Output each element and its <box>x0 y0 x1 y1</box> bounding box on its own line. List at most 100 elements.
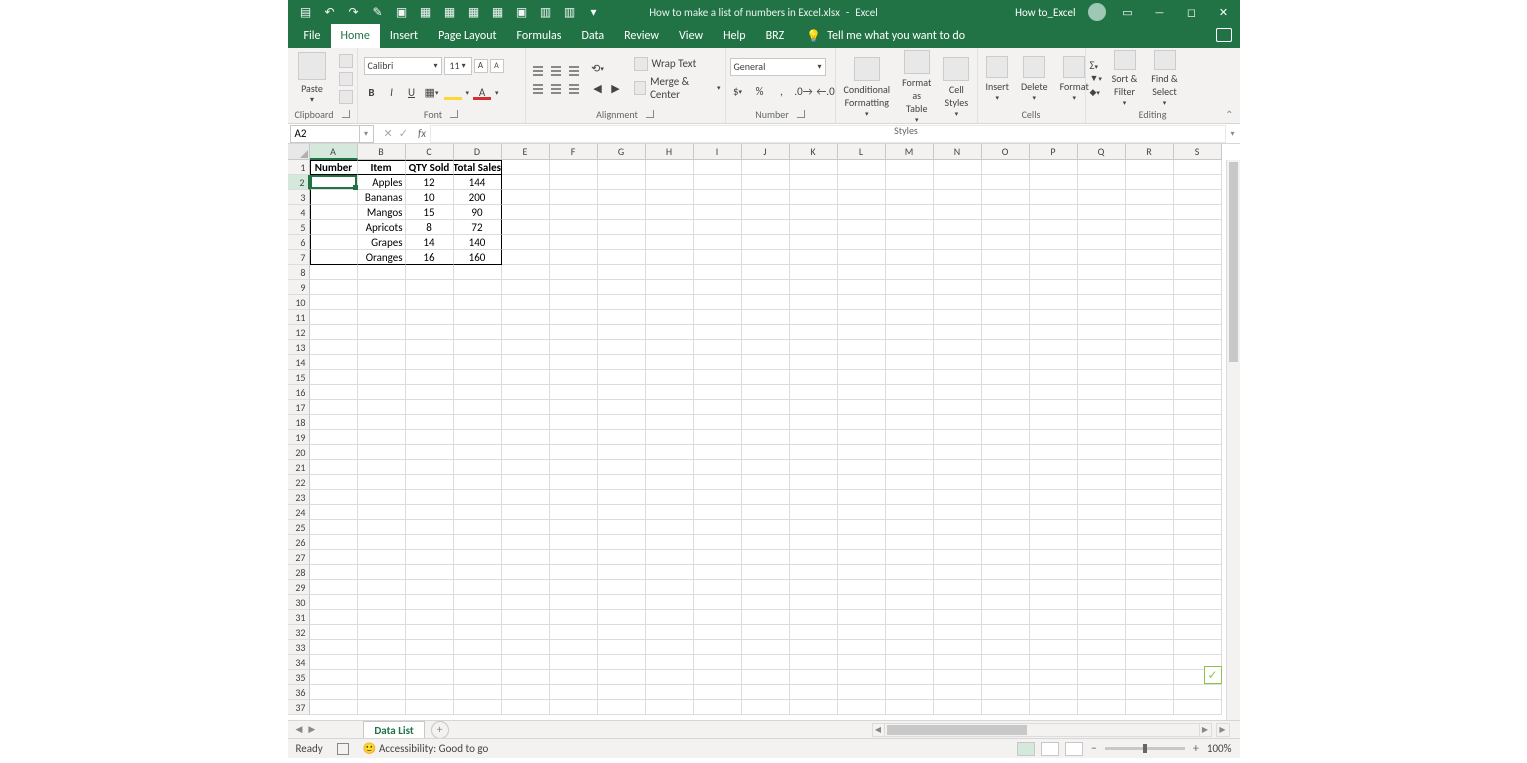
cell-P6[interactable] <box>1030 235 1078 250</box>
cell-K30[interactable] <box>790 595 838 610</box>
cell-Q26[interactable] <box>1078 535 1126 550</box>
fill-icon[interactable]: ▼▾ <box>1090 73 1104 85</box>
cell-O14[interactable] <box>982 355 1030 370</box>
cell-P9[interactable] <box>1030 280 1078 295</box>
cell-L37[interactable] <box>838 700 886 715</box>
cell-C21[interactable] <box>406 460 454 475</box>
cell-D15[interactable] <box>454 370 502 385</box>
cell-A20[interactable] <box>310 445 358 460</box>
cell-S27[interactable] <box>1174 550 1222 565</box>
cell-A14[interactable] <box>310 355 358 370</box>
tab-review[interactable]: Review <box>614 24 669 48</box>
cell-M20[interactable] <box>886 445 934 460</box>
row-header-26[interactable]: 26 <box>288 535 310 550</box>
cell-D31[interactable] <box>454 610 502 625</box>
row-header-1[interactable]: 1 <box>288 160 310 175</box>
cell-L14[interactable] <box>838 355 886 370</box>
cell-K25[interactable] <box>790 520 838 535</box>
cell-E32[interactable] <box>502 625 550 640</box>
cell-G1[interactable] <box>598 160 646 175</box>
cell-S30[interactable] <box>1174 595 1222 610</box>
wrap-text-button[interactable]: Wrap Text <box>634 57 721 71</box>
row-header-2[interactable]: 2 <box>288 175 310 190</box>
row-header-35[interactable]: 35 <box>288 670 310 685</box>
cell-C13[interactable] <box>406 340 454 355</box>
cell-O22[interactable] <box>982 475 1030 490</box>
cell-H22[interactable] <box>646 475 694 490</box>
cell-P10[interactable] <box>1030 295 1078 310</box>
cell-L10[interactable] <box>838 295 886 310</box>
cell-R13[interactable] <box>1126 340 1174 355</box>
cell-C24[interactable] <box>406 505 454 520</box>
cell-L35[interactable] <box>838 670 886 685</box>
cell-S16[interactable] <box>1174 385 1222 400</box>
cell-J12[interactable] <box>742 325 790 340</box>
cell-B35[interactable] <box>358 670 406 685</box>
cell-E20[interactable] <box>502 445 550 460</box>
cell-O7[interactable] <box>982 250 1030 265</box>
align-top-icon[interactable] <box>530 62 546 78</box>
cell-I16[interactable] <box>694 385 742 400</box>
cell-N15[interactable] <box>934 370 982 385</box>
cell-K4[interactable] <box>790 205 838 220</box>
cell-D16[interactable] <box>454 385 502 400</box>
cell-S6[interactable] <box>1174 235 1222 250</box>
cell-D9[interactable] <box>454 280 502 295</box>
font-size-select[interactable]: 11▾ <box>444 57 472 75</box>
cell-L8[interactable] <box>838 265 886 280</box>
cell-B19[interactable] <box>358 430 406 445</box>
cell-G24[interactable] <box>598 505 646 520</box>
cell-F35[interactable] <box>550 670 598 685</box>
cell-P13[interactable] <box>1030 340 1078 355</box>
bold-button[interactable]: B <box>364 85 380 101</box>
cell-P20[interactable] <box>1030 445 1078 460</box>
row-header-23[interactable]: 23 <box>288 490 310 505</box>
cell-R36[interactable] <box>1126 685 1174 700</box>
cell-B12[interactable] <box>358 325 406 340</box>
number-launcher-icon[interactable] <box>797 110 805 118</box>
cell-C3[interactable]: 10 <box>406 190 454 205</box>
cell-C16[interactable] <box>406 385 454 400</box>
cell-D19[interactable] <box>454 430 502 445</box>
cell-O32[interactable] <box>982 625 1030 640</box>
cell-A4[interactable] <box>310 205 358 220</box>
formula-bar[interactable] <box>430 125 1225 143</box>
hscroll-left-icon[interactable]: ◀ <box>873 724 885 736</box>
cell-A7[interactable] <box>310 250 358 265</box>
cell-J20[interactable] <box>742 445 790 460</box>
cell-R31[interactable] <box>1126 610 1174 625</box>
qat-more-icon[interactable]: ▾ <box>586 4 602 20</box>
cell-H28[interactable] <box>646 565 694 580</box>
cell-I1[interactable] <box>694 160 742 175</box>
cell-R21[interactable] <box>1126 460 1174 475</box>
cell-O36[interactable] <box>982 685 1030 700</box>
column-header-M[interactable]: M <box>886 144 934 160</box>
cancel-formula-icon[interactable]: ✕ <box>384 127 393 140</box>
cell-F33[interactable] <box>550 640 598 655</box>
cell-R30[interactable] <box>1126 595 1174 610</box>
borders4-qat-icon[interactable]: ▦ <box>490 4 506 20</box>
cell-G9[interactable] <box>598 280 646 295</box>
cell-F3[interactable] <box>550 190 598 205</box>
cell-I7[interactable] <box>694 250 742 265</box>
cell-Q15[interactable] <box>1078 370 1126 385</box>
cell-P33[interactable] <box>1030 640 1078 655</box>
cell-H32[interactable] <box>646 625 694 640</box>
cell-M33[interactable] <box>886 640 934 655</box>
cell-E9[interactable] <box>502 280 550 295</box>
cell-I21[interactable] <box>694 460 742 475</box>
cell-C20[interactable] <box>406 445 454 460</box>
cell-M22[interactable] <box>886 475 934 490</box>
cell-L34[interactable] <box>838 655 886 670</box>
cell-Q23[interactable] <box>1078 490 1126 505</box>
cell-Q14[interactable] <box>1078 355 1126 370</box>
cell-O8[interactable] <box>982 265 1030 280</box>
cell-B37[interactable] <box>358 700 406 715</box>
cell-Q9[interactable] <box>1078 280 1126 295</box>
cell-J2[interactable] <box>742 175 790 190</box>
cell-A26[interactable] <box>310 535 358 550</box>
cell-P32[interactable] <box>1030 625 1078 640</box>
save-icon[interactable]: ▤ <box>298 4 314 20</box>
cell-B30[interactable] <box>358 595 406 610</box>
cell-I31[interactable] <box>694 610 742 625</box>
